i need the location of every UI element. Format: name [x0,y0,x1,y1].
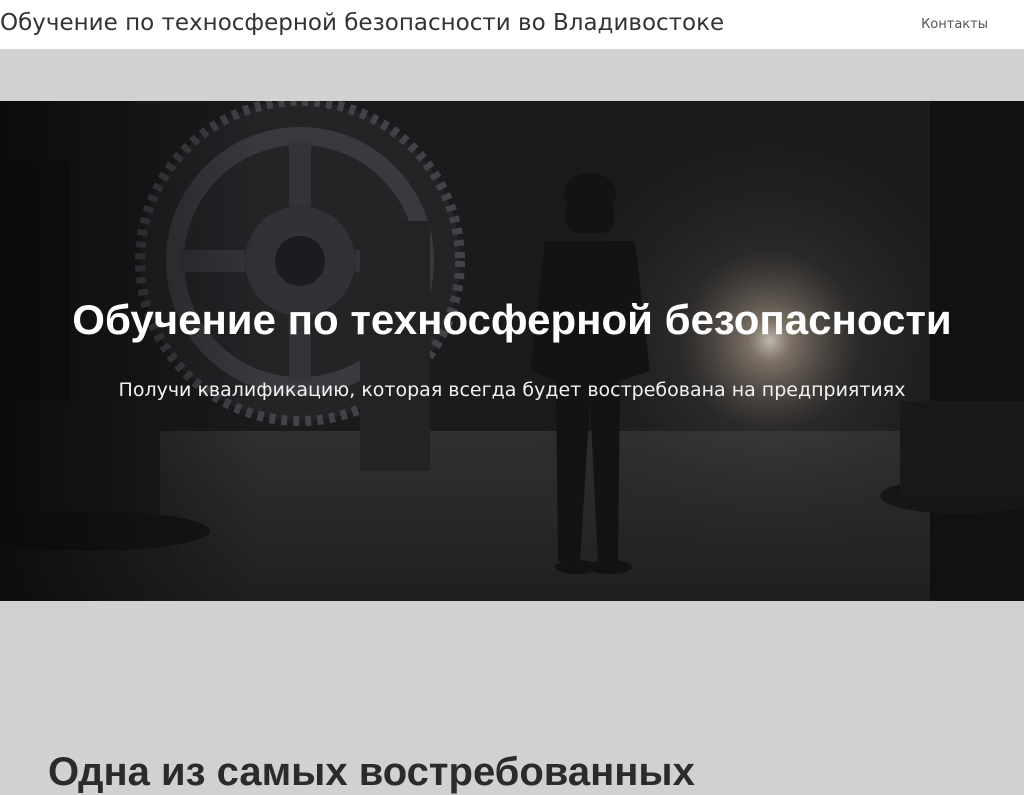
hero-title: Обучение по техносферной безопасности [72,296,952,343]
site-header: Обучение по техносферной безопасности во… [0,0,1024,50]
site-title[interactable]: Обучение по техносферной безопасности во… [0,10,724,36]
hero-subtitle: Получи квалификацию, которая всегда буде… [118,379,906,401]
section-heading: Одна из самых востребованных [48,750,695,794]
hero-background-image [0,101,1024,601]
hero-banner: Обучение по техносферной безопасности По… [0,101,1024,601]
nav-link-contacts[interactable]: Контакты [921,17,988,32]
